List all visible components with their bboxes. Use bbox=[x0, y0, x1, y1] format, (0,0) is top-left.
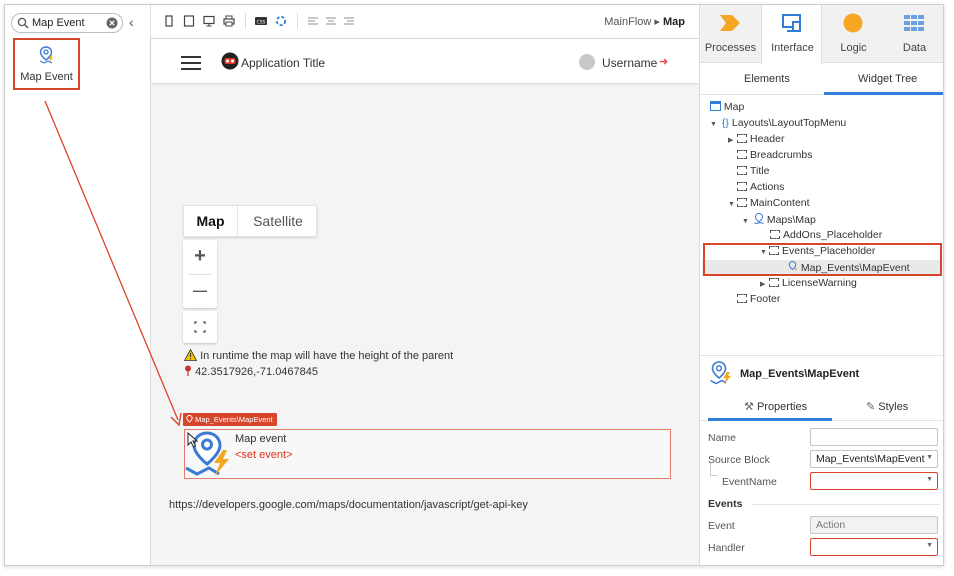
drag-arrow-annotation bbox=[44, 100, 182, 427]
service-studio-window: Map Event ‹ Map Event CSS MainFlow ▸ Map… bbox=[4, 4, 944, 566]
